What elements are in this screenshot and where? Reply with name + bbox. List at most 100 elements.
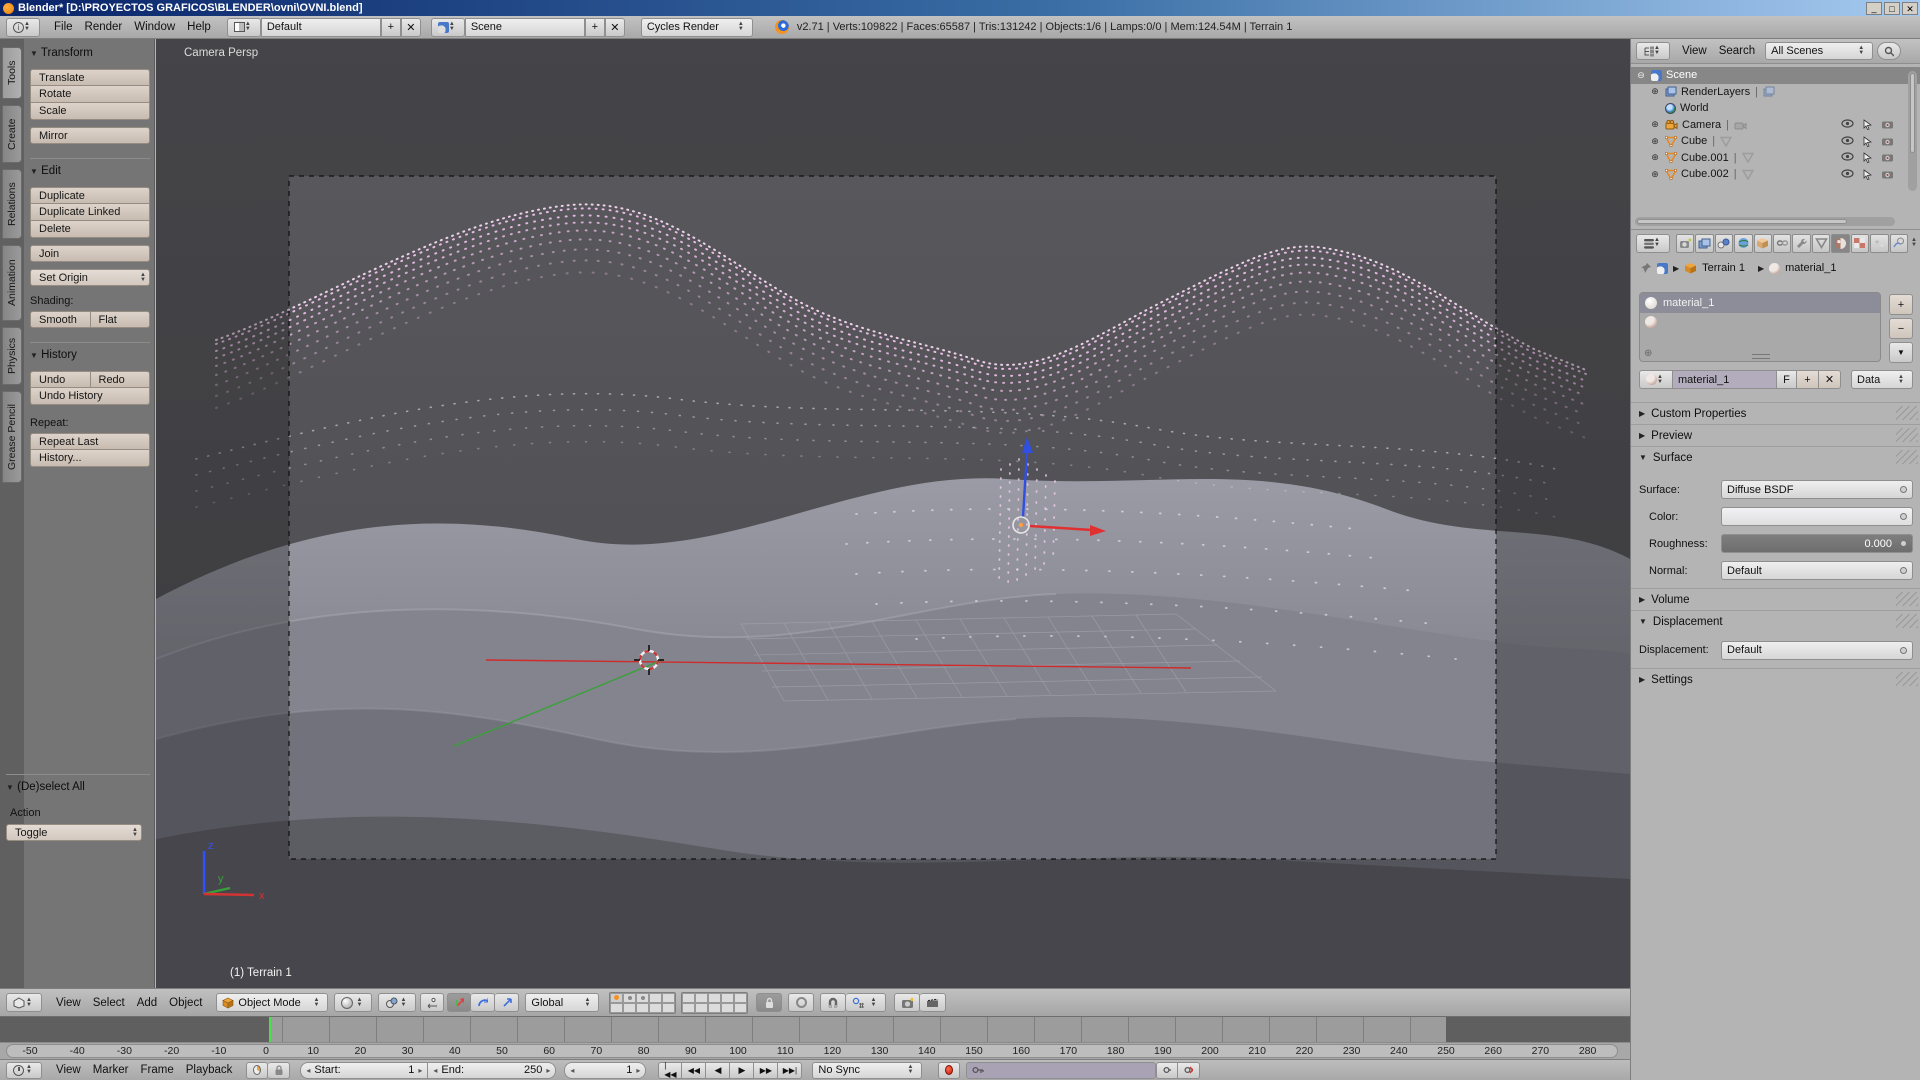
maximize-button[interactable]: □	[1884, 2, 1900, 15]
viewport-3d[interactable]: z y x Camera Persp (1) Terrain 1	[156, 39, 1630, 988]
layout-delete-button[interactable]: ✕	[401, 18, 421, 37]
opengl-render-anim-button[interactable]	[920, 993, 946, 1012]
renderability-camera-icon[interactable]	[1881, 169, 1894, 179]
proportional-edit-button[interactable]	[788, 993, 814, 1012]
mirror-button[interactable]: Mirror	[30, 127, 150, 144]
layer-buttons-group-1[interactable]	[609, 992, 676, 1014]
outliner-row-camera[interactable]: ⊕ Camera |	[1631, 117, 1920, 134]
panel-header-edit[interactable]: ▼ Edit	[30, 158, 150, 177]
layout-add-button[interactable]: +	[381, 18, 401, 37]
layout-icon-button[interactable]: ▲▼	[227, 18, 261, 37]
scene-name-field[interactable]: Scene	[465, 18, 585, 37]
selectability-cursor-icon[interactable]	[1863, 169, 1872, 180]
collapse-icon[interactable]: ⊖	[1635, 70, 1647, 81]
shelf-tab-create[interactable]: Create	[2, 105, 22, 163]
panel-header-custom-properties[interactable]: ▶Custom Properties	[1631, 402, 1920, 424]
socket-dot-icon[interactable]	[1900, 513, 1907, 520]
pivot-point-selector[interactable]: ▲▼	[378, 993, 416, 1012]
lock-to-scene-button[interactable]	[756, 993, 782, 1012]
history-menu-button[interactable]: History...	[30, 450, 150, 467]
material-unlink-button[interactable]: ✕	[1819, 370, 1841, 389]
properties-editor-selector[interactable]: ▲▼	[1636, 234, 1670, 253]
scale-button[interactable]: Scale	[30, 103, 150, 120]
render-engine-select[interactable]: Cycles Render▲▼	[641, 18, 753, 37]
lock-frame-toggle[interactable]	[268, 1062, 290, 1079]
timeline-menu-playback[interactable]: Playback	[180, 1064, 239, 1076]
material-name-field[interactable]: material_1	[1673, 370, 1777, 389]
shelf-tab-physics[interactable]: Physics	[2, 327, 22, 385]
tab-scene[interactable]	[1715, 234, 1733, 253]
tabs-overflow-arrows[interactable]: ▲▼	[1911, 238, 1920, 248]
jump-to-start-button[interactable]: |◀◀	[658, 1062, 682, 1079]
set-origin-dropdown[interactable]: Set Origin▲▼	[30, 269, 150, 286]
renderability-camera-icon[interactable]	[1881, 136, 1894, 146]
shelf-tab-grease-pencil[interactable]: Grease Pencil	[2, 391, 22, 483]
undo-button[interactable]: Undo	[30, 371, 91, 388]
shelf-tab-animation[interactable]: Animation	[2, 245, 22, 321]
mode-selector[interactable]: Object Mode▲▼	[216, 993, 328, 1012]
panel-header-volume[interactable]: ▶Volume	[1631, 588, 1920, 610]
outliner-row-cube-002[interactable]: ⊕ Cube.002 |	[1631, 166, 1920, 183]
outliner-filter-select[interactable]: All Scenes▲▼	[1765, 42, 1873, 60]
translate-button[interactable]: Translate	[30, 69, 150, 86]
snap-toggle-button[interactable]	[820, 993, 846, 1012]
timeline-ruler[interactable]: -50-40-30-20-100102030405060708090100110…	[0, 1042, 1630, 1059]
outliner-row-cube-001[interactable]: ⊕ Cube.001 |	[1631, 150, 1920, 167]
prev-keyframe-button[interactable]: ◀◀	[682, 1062, 706, 1079]
menu-render[interactable]: Render	[79, 21, 129, 33]
current-frame-field[interactable]: ◂1▸	[564, 1062, 646, 1079]
snap-element-selector[interactable]: ▲▼	[846, 993, 886, 1012]
tab-render[interactable]	[1676, 234, 1694, 253]
expand-icon[interactable]: ⊕	[1649, 169, 1661, 180]
manipulator-scale-button[interactable]	[495, 993, 519, 1012]
manipulator-rotate-button[interactable]	[471, 993, 495, 1012]
outliner-row-world[interactable]: World	[1631, 100, 1920, 117]
preview-range-toggle[interactable]	[246, 1062, 268, 1079]
restrict-toggles[interactable]	[1841, 136, 1894, 147]
color-swatch[interactable]	[1721, 507, 1913, 526]
tab-object[interactable]	[1754, 234, 1772, 253]
frame-end-field[interactable]: ◂End: 250▸	[428, 1062, 556, 1079]
viewport-menu-object[interactable]: Object	[163, 997, 208, 1009]
join-button[interactable]: Join	[30, 245, 150, 262]
play-button[interactable]: ▶	[730, 1062, 754, 1079]
timeline-menu-frame[interactable]: Frame	[135, 1064, 180, 1076]
roughness-slider[interactable]: 0.000	[1721, 534, 1913, 553]
outliner-editor-selector[interactable]: ▲▼	[1636, 42, 1670, 60]
redo-button[interactable]: Redo	[91, 371, 151, 388]
socket-dot-icon[interactable]	[1900, 486, 1907, 493]
selectability-cursor-icon[interactable]	[1863, 152, 1872, 163]
surface-shader-select[interactable]: Diffuse BSDF	[1721, 480, 1913, 499]
insert-keyframe-button[interactable]	[1156, 1062, 1178, 1079]
selectability-cursor-icon[interactable]	[1863, 136, 1872, 147]
fake-user-button[interactable]: F	[1777, 370, 1797, 389]
tab-object-data[interactable]	[1812, 234, 1830, 253]
scene-delete-button[interactable]: ✕	[605, 18, 625, 37]
frame-start-field[interactable]: ◂Start: 1▸	[300, 1062, 428, 1079]
normal-select[interactable]: Default	[1721, 561, 1913, 580]
sync-mode-select[interactable]: No Sync▲▼	[812, 1062, 922, 1079]
undo-history-button[interactable]: Undo History	[30, 388, 150, 405]
transform-orientation-select[interactable]: Global▲▼	[525, 993, 599, 1012]
viewport-menu-select[interactable]: Select	[87, 997, 131, 1009]
viewport-menu-add[interactable]: Add	[131, 997, 163, 1009]
socket-dot-icon[interactable]	[1900, 647, 1907, 654]
menu-window[interactable]: Window	[128, 21, 181, 33]
visibility-eye-icon[interactable]	[1841, 152, 1854, 161]
renderability-camera-icon[interactable]	[1881, 119, 1894, 129]
expand-icon[interactable]: ⊕	[1649, 152, 1661, 163]
manipulator-translate-button[interactable]	[447, 993, 471, 1012]
tab-render-layers[interactable]	[1695, 234, 1713, 253]
visibility-eye-icon[interactable]	[1841, 136, 1854, 145]
outliner-hscrollbar[interactable]	[1635, 217, 1895, 226]
jump-to-end-button[interactable]: ▶▶|	[778, 1062, 802, 1079]
outliner-search-button[interactable]	[1877, 42, 1901, 60]
editor-type-selector[interactable]: i ▲▼	[6, 18, 40, 37]
viewport-shading-selector[interactable]: ▲▼	[334, 993, 372, 1012]
material-slot-list[interactable]: material_1 ⊕	[1639, 292, 1881, 362]
restrict-toggles[interactable]	[1841, 119, 1894, 130]
tab-physics[interactable]	[1890, 234, 1908, 253]
visibility-eye-icon[interactable]	[1841, 119, 1854, 128]
visibility-eye-icon[interactable]	[1841, 169, 1854, 178]
material-browse-button[interactable]: ▲▼	[1639, 370, 1673, 389]
